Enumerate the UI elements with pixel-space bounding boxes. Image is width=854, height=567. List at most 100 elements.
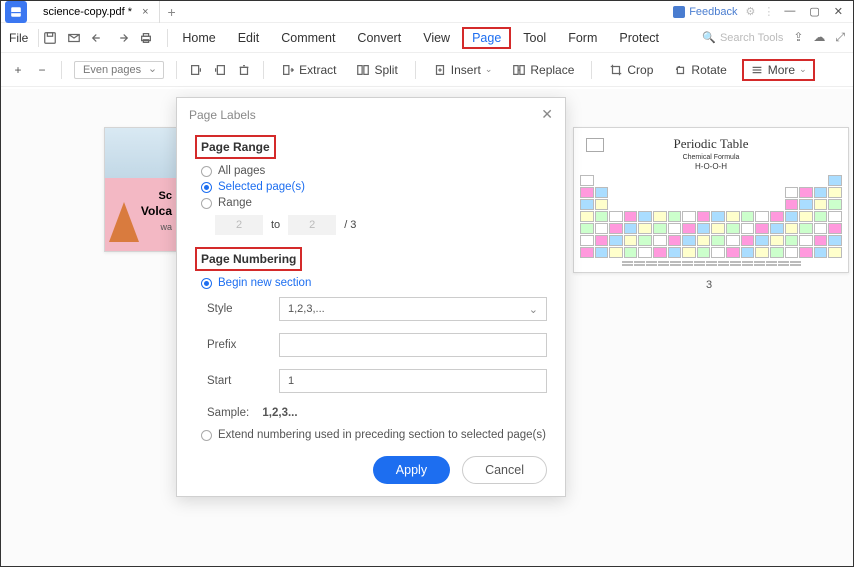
search-placeholder: Search Tools: [720, 32, 783, 44]
menu-tool[interactable]: Tool: [513, 27, 556, 49]
radio-begin-section[interactable]: Begin new section: [195, 275, 547, 291]
sample-value: 1,2,3...: [262, 407, 297, 419]
insert-after-icon[interactable]: [213, 63, 227, 77]
start-label: Start: [207, 375, 279, 387]
range-total: / 3: [344, 219, 356, 231]
more-button[interactable]: More ⌄: [742, 59, 815, 81]
dialog-close-icon[interactable]: ✕: [541, 106, 553, 123]
radio-selected-label: Selected page(s): [218, 181, 305, 193]
new-tab-button[interactable]: +: [160, 4, 184, 20]
style-value: 1,2,3,...: [288, 303, 325, 315]
menu-edit[interactable]: Edit: [228, 27, 270, 49]
chevron-down-icon: ⌄: [485, 64, 493, 75]
search-tools[interactable]: 🔍 Search Tools: [702, 31, 783, 44]
insert-button[interactable]: Insert ⌄: [428, 60, 498, 80]
radio-range-label: Range: [218, 197, 252, 209]
radio-extend-label: Extend numbering used in preceding secti…: [218, 429, 546, 441]
replace-button[interactable]: Replace: [507, 60, 579, 80]
mail-icon[interactable]: [67, 31, 81, 45]
start-input[interactable]: 1: [279, 369, 547, 393]
more-icon: [750, 63, 764, 77]
insert-before-icon[interactable]: [189, 63, 203, 77]
split-icon: [356, 63, 370, 77]
minimize-button[interactable]: —: [784, 5, 795, 18]
replace-icon: [512, 63, 526, 77]
menu-form[interactable]: Form: [558, 27, 607, 49]
style-select[interactable]: 1,2,3,...: [279, 297, 547, 321]
extract-button[interactable]: Extract: [276, 60, 341, 80]
rotate-button[interactable]: Rotate: [668, 60, 731, 80]
more-label: More: [768, 63, 795, 77]
page-toolbar: + − Even pages Extract Split Insert ⌄ Rep…: [1, 53, 853, 87]
maximize-button[interactable]: ▢: [809, 5, 819, 18]
apply-button[interactable]: Apply: [373, 456, 450, 484]
prefix-input[interactable]: [279, 333, 547, 357]
print-icon[interactable]: [139, 31, 153, 45]
insert-icon: [433, 63, 447, 77]
cloud-icon[interactable]: ☁: [813, 30, 825, 45]
thumb1-text1: Sc: [159, 190, 172, 202]
expand-icon[interactable]: ⤢: [835, 30, 845, 45]
extract-icon: [281, 63, 295, 77]
radio-all-label: All pages: [218, 165, 265, 177]
split-button[interactable]: Split: [351, 60, 402, 80]
page-thumb-1[interactable]: Sc Volca wa: [104, 127, 177, 252]
close-button[interactable]: ✕: [834, 5, 843, 18]
feedback-link[interactable]: Feedback: [673, 6, 737, 18]
section-page-range: Page Range: [195, 135, 276, 159]
periodic-title: Periodic Table: [580, 136, 842, 152]
radio-begin-label: Begin new section: [218, 277, 311, 289]
range-to-label: to: [271, 219, 280, 231]
range-to-input[interactable]: [288, 215, 336, 235]
undo-icon[interactable]: [91, 31, 105, 45]
page-labels-dialog: Page Labels ✕ Page Range All pages Selec…: [176, 97, 566, 497]
menu-comment[interactable]: Comment: [271, 27, 345, 49]
menu-home[interactable]: Home: [172, 27, 225, 49]
close-tab-icon[interactable]: ×: [142, 6, 148, 18]
sample-label: Sample:: [207, 407, 249, 419]
minus-icon[interactable]: −: [35, 63, 49, 77]
menubar: File Home Edit Comment Convert View Page…: [1, 23, 853, 53]
range-from-input[interactable]: [215, 215, 263, 235]
plus-icon[interactable]: +: [11, 63, 25, 77]
even-pages-dropdown[interactable]: Even pages: [74, 61, 164, 79]
cancel-label: Cancel: [485, 463, 524, 477]
cancel-button[interactable]: Cancel: [462, 456, 547, 484]
extract-label: Extract: [299, 63, 336, 77]
insert-label: Insert: [451, 63, 481, 77]
radio-all-pages[interactable]: All pages: [195, 163, 547, 179]
split-label: Split: [374, 63, 397, 77]
feedback-icon: [673, 6, 685, 18]
dialog-title: Page Labels: [189, 108, 256, 122]
crop-icon: [609, 63, 623, 77]
rotate-icon: [673, 63, 687, 77]
redo-icon[interactable]: [115, 31, 129, 45]
feedback-label: Feedback: [689, 6, 737, 18]
menu-protect[interactable]: Protect: [609, 27, 669, 49]
settings-icon[interactable]: ⚙: [746, 5, 756, 18]
periodic-sub: Chemical Formula: [580, 154, 842, 161]
menu-view[interactable]: View: [413, 27, 460, 49]
window-controls: — ▢ ✕: [784, 5, 843, 18]
file-menu[interactable]: File: [9, 31, 28, 45]
tab-title: science-copy.pdf *: [43, 6, 132, 18]
rotate-label: Rotate: [691, 63, 726, 77]
search-icon: 🔍: [702, 31, 716, 44]
menu-page[interactable]: Page: [462, 27, 511, 49]
radio-selected-pages[interactable]: Selected page(s): [195, 179, 547, 195]
share-icon[interactable]: ⇪: [793, 30, 803, 45]
delete-icon[interactable]: [237, 63, 251, 77]
crop-label: Crop: [627, 63, 653, 77]
thumb1-text2: Volca: [141, 204, 172, 218]
document-tab[interactable]: science-copy.pdf * ×: [33, 1, 160, 23]
crop-button[interactable]: Crop: [604, 60, 658, 80]
even-pages-label: Even pages: [83, 64, 141, 76]
save-icon[interactable]: [43, 31, 57, 45]
apply-label: Apply: [396, 463, 427, 477]
radio-range[interactable]: Range: [195, 195, 547, 211]
radio-extend-numbering[interactable]: Extend numbering used in preceding secti…: [195, 427, 547, 443]
menu-convert[interactable]: Convert: [347, 27, 411, 49]
page-thumb-3[interactable]: Periodic Table Chemical Formula H-O-O-H: [573, 127, 849, 273]
chevron-down-icon: ⌄: [799, 64, 807, 75]
thumb1-text3: wa: [160, 222, 172, 232]
